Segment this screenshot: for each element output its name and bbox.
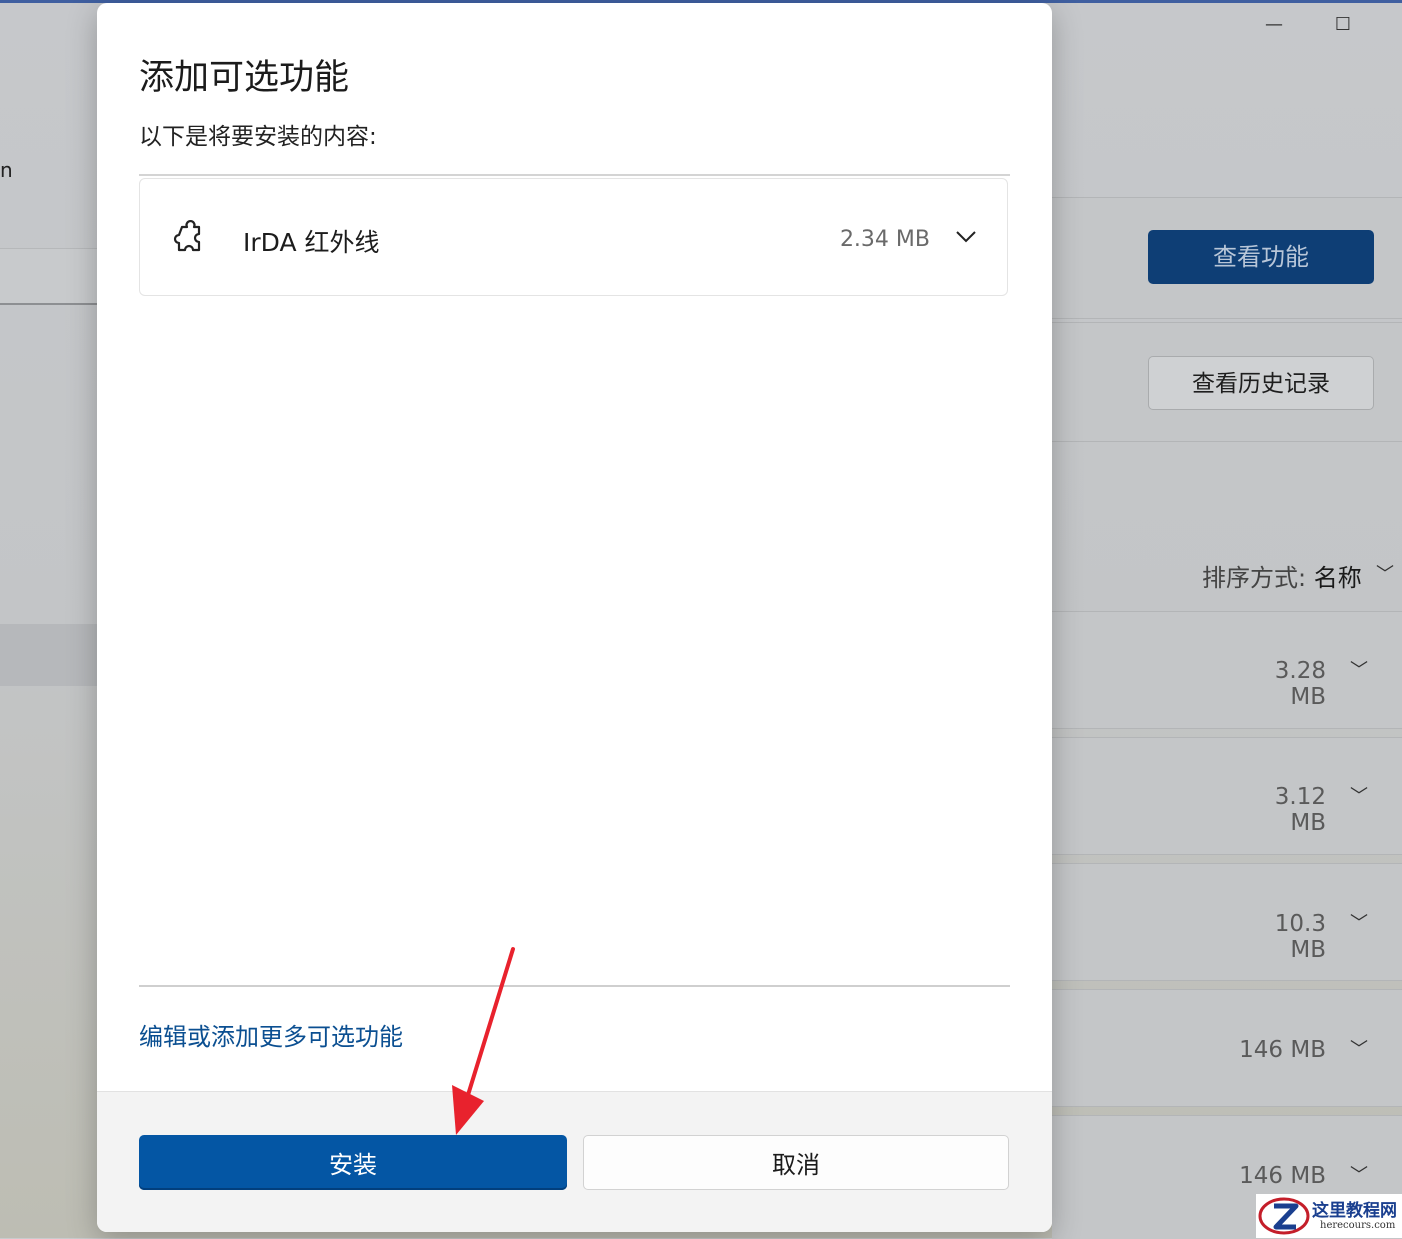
- view-history-button[interactable]: 查看历史记录: [1148, 356, 1374, 410]
- view-features-button[interactable]: 查看功能: [1148, 230, 1374, 284]
- feature-item[interactable]: IrDA 红外线 2.34 MB: [139, 178, 1008, 296]
- chevron-down-icon[interactable]: [954, 225, 978, 249]
- edit-more-features-link[interactable]: 编辑或添加更多可选功能: [139, 1017, 403, 1052]
- sort-label: 排序方式:: [1202, 564, 1307, 592]
- chevron-down-icon[interactable]: ﹀: [1350, 782, 1368, 808]
- row-size: 146 MB: [1239, 1037, 1326, 1063]
- chevron-down-icon[interactable]: ﹀: [1350, 656, 1368, 682]
- minimize-icon[interactable]: —: [1261, 12, 1287, 38]
- dialog-subtitle: 以下是将要安装的内容:: [139, 124, 377, 150]
- row-size: 3.12 MB: [1274, 784, 1326, 836]
- dialog-footer: 安装 取消: [97, 1091, 1052, 1232]
- row-size: 10.3 MB: [1274, 911, 1326, 963]
- chevron-down-icon[interactable]: ﹀: [1350, 909, 1368, 935]
- annotation-arrow-icon: [452, 947, 515, 1135]
- dialog-title: 添加可选功能: [139, 58, 350, 98]
- chevron-down-icon[interactable]: ﹀: [1376, 560, 1394, 586]
- divider: [139, 985, 1010, 987]
- watermark-emblem-icon: [1258, 1197, 1310, 1235]
- sidebar-search-box[interactable]: [0, 248, 97, 305]
- maximize-icon[interactable]: ☐: [1330, 12, 1356, 38]
- sort-value: 名称: [1313, 564, 1362, 592]
- sort-control[interactable]: 排序方式: 名称: [1202, 558, 1362, 593]
- row-size: 146 MB: [1239, 1163, 1326, 1189]
- cancel-button[interactable]: 取消: [583, 1135, 1009, 1190]
- watermark-logo: 这里教程网 herecours.com: [1256, 1194, 1402, 1238]
- divider: [139, 174, 1010, 176]
- sidebar-partial-text: n: [0, 158, 13, 182]
- install-button[interactable]: 安装: [139, 1135, 567, 1190]
- feature-size: 2.34 MB: [839, 227, 930, 252]
- chevron-down-icon[interactable]: ﹀: [1350, 1035, 1368, 1061]
- feature-name: IrDA 红外线: [243, 228, 380, 257]
- sidebar-selected-item[interactable]: [0, 624, 97, 686]
- row-size: 3.28 MB: [1274, 658, 1326, 710]
- puzzle-piece-icon: [173, 219, 201, 252]
- watermark-url: herecours.com: [1320, 1220, 1396, 1231]
- chevron-down-icon[interactable]: ﹀: [1350, 1161, 1368, 1187]
- add-optional-feature-dialog: 添加可选功能 以下是将要安装的内容: IrDA 红外线 2.34 MB 编辑或添…: [97, 3, 1052, 1232]
- watermark-title: 这里教程网: [1312, 1201, 1397, 1221]
